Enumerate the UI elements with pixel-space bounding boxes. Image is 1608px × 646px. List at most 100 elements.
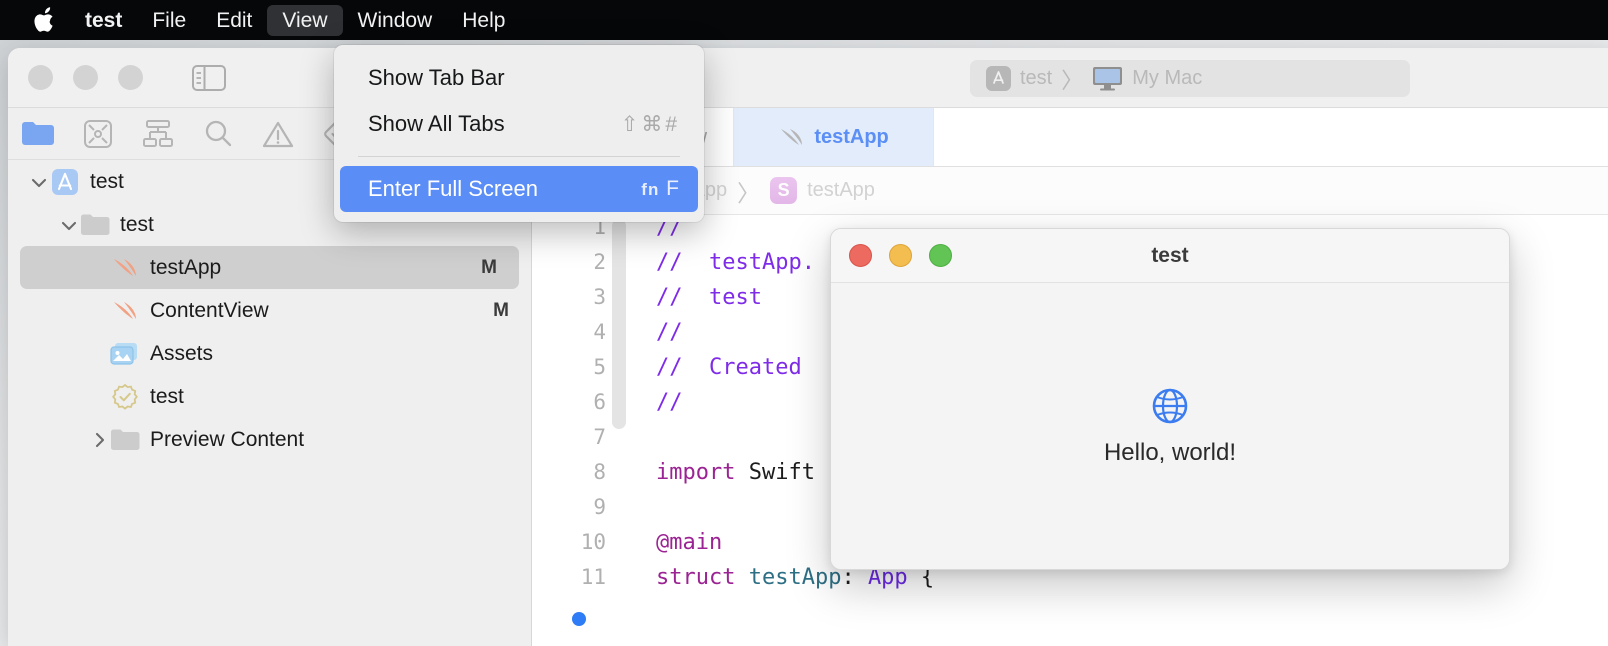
tree-item-label: test xyxy=(90,169,124,193)
folder-icon xyxy=(80,211,110,239)
disclosure-closed-icon[interactable] xyxy=(88,429,110,451)
tab-label: testApp xyxy=(814,125,889,148)
assets-icon xyxy=(110,340,140,368)
menu-item-enter-full-screen[interactable]: Enter Full Screen fn F xyxy=(340,166,698,212)
modified-badge: M xyxy=(493,299,509,321)
code-text: // Created xyxy=(656,355,802,380)
running-app-window[interactable]: test Hello, world! xyxy=(830,228,1510,570)
modified-badge: M xyxy=(481,256,497,278)
project-navigator: test test testApp M ContentView M Assets test Pr… xyxy=(8,160,531,646)
macos-menu-bar: test File Edit View Window Help xyxy=(0,0,1608,40)
code-text: // test xyxy=(656,285,762,310)
app-window-title: test xyxy=(1151,243,1189,267)
code-text: @main xyxy=(656,530,723,555)
hello-world-label: Hello, world! xyxy=(1103,439,1237,466)
tree-item-assets[interactable]: Assets xyxy=(8,332,531,375)
app-window-content: Hello, world! xyxy=(831,283,1509,569)
line-number[interactable]: 9 xyxy=(532,495,612,519)
xcode-toolbar: test 〉 My Mac xyxy=(8,48,1608,108)
scheme-separator: 〉 xyxy=(1061,67,1084,93)
line-number[interactable]: 3 xyxy=(532,285,612,309)
menu-bar-item-help[interactable]: Help xyxy=(447,5,520,36)
menu-bar-item-view[interactable]: View xyxy=(267,4,343,36)
tree-item-preview-content[interactable]: Preview Content xyxy=(8,418,531,461)
menu-bar-items: test File Edit View Window Help xyxy=(70,4,520,36)
menu-item-shortcut: fn F xyxy=(641,177,680,201)
zoom-button[interactable] xyxy=(118,65,143,90)
apple-logo-icon[interactable] xyxy=(26,0,62,40)
menu-bar-item-edit[interactable]: Edit xyxy=(201,5,267,36)
struct-s-icon: S xyxy=(770,177,798,204)
tree-item-label: ContentView xyxy=(150,298,269,322)
minimize-button[interactable] xyxy=(73,65,98,90)
menu-item-shortcut: ⇧⌘# xyxy=(620,112,680,136)
breakpoint-indicator[interactable] xyxy=(572,612,586,626)
tree-item-label: test xyxy=(120,212,154,236)
app-window-titlebar: test xyxy=(831,229,1509,283)
scheme-selector[interactable]: test 〉 My Mac xyxy=(970,60,1410,97)
app-store-icon xyxy=(986,66,1011,91)
source-control-icon[interactable] xyxy=(68,108,128,160)
disclosure-open-icon[interactable] xyxy=(58,214,80,236)
line-number[interactable]: 6 xyxy=(532,390,612,414)
app-store-icon xyxy=(50,168,80,196)
shortcut-key-label: F xyxy=(666,177,680,200)
globe-icon xyxy=(1151,387,1189,425)
tab-testapp[interactable]: testApp xyxy=(734,108,935,166)
menu-bar-item-file[interactable]: File xyxy=(137,5,201,36)
scheme-name: test xyxy=(1020,67,1053,89)
tree-item-testapp[interactable]: testApp M xyxy=(20,246,519,289)
sidebar-toggle-icon[interactable] xyxy=(189,62,229,93)
code-fold-ribbon[interactable] xyxy=(612,219,626,429)
line-number[interactable]: 5 xyxy=(532,355,612,379)
xcode-traffic-lights[interactable] xyxy=(28,65,143,90)
code-text: // xyxy=(656,320,683,345)
line-number[interactable]: 2 xyxy=(532,250,612,274)
menu-item-label: Show All Tabs xyxy=(368,111,505,136)
code-text: // xyxy=(656,390,683,415)
warning-triangle-icon[interactable] xyxy=(248,108,308,160)
code-line: 11 struct testApp: App { xyxy=(532,565,1608,600)
line-number[interactable]: 11 xyxy=(532,565,612,589)
menu-bar-item-window[interactable]: Window xyxy=(343,5,448,36)
line-number[interactable]: 4 xyxy=(532,320,612,344)
menu-bar-item-test[interactable]: test xyxy=(70,5,137,36)
menu-item-show-all-tabs[interactable]: Show All Tabs ⇧⌘# xyxy=(340,101,698,147)
line-number[interactable]: 10 xyxy=(532,530,612,554)
menu-item-label: Show Tab Bar xyxy=(368,65,505,90)
close-button[interactable] xyxy=(28,65,53,90)
fn-key-label: fn xyxy=(641,180,660,199)
swift-icon xyxy=(110,254,140,282)
menu-item-label: Enter Full Screen xyxy=(368,176,538,201)
line-number[interactable]: 8 xyxy=(532,460,612,484)
screen-root: test 〉 My Mac test test testApp M Conten… xyxy=(0,0,1608,646)
tree-item-contentview[interactable]: ContentView M xyxy=(8,289,531,332)
folder-icon[interactable] xyxy=(8,108,68,160)
tree-item-label: Preview Content xyxy=(150,427,305,451)
search-icon[interactable] xyxy=(188,108,248,160)
breadcrumb-separator-2: 〉 xyxy=(737,179,761,206)
imac-display-icon xyxy=(1092,66,1123,91)
scheme-destination: My Mac xyxy=(1132,67,1203,89)
disclosure-open-icon[interactable] xyxy=(28,171,50,193)
swift-icon xyxy=(110,297,140,325)
breadcrumb-item-symbol[interactable]: testApp xyxy=(807,179,875,202)
tree-item-label: test xyxy=(150,384,184,408)
tree-item-test[interactable]: test xyxy=(8,375,531,418)
menu-item-show-tab-bar[interactable]: Show Tab Bar xyxy=(340,55,698,101)
hierarchy-icon[interactable] xyxy=(128,108,188,160)
tree-item-label: testApp xyxy=(150,255,222,279)
entitlements-icon xyxy=(110,383,140,411)
tree-item-label: Assets xyxy=(150,341,214,365)
view-dropdown-menu: Show Tab Bar Show All Tabs ⇧⌘# Enter Ful… xyxy=(334,45,704,222)
line-number[interactable]: 7 xyxy=(532,425,612,449)
code-text: // testApp. xyxy=(656,250,815,275)
code-text: import Swift xyxy=(656,460,815,485)
menu-divider xyxy=(358,156,680,157)
folder-icon xyxy=(110,426,140,454)
swift-icon xyxy=(778,126,804,148)
